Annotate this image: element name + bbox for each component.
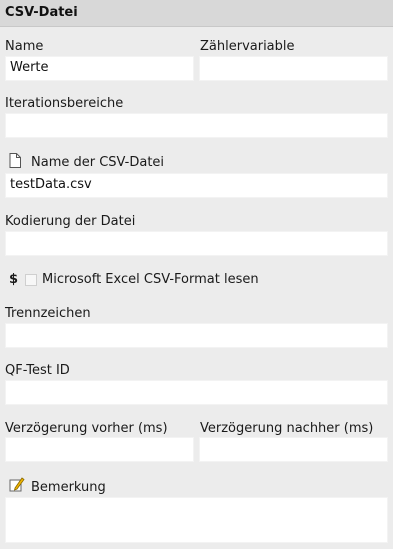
iterations-label: Iterationsbereiche (5, 96, 124, 111)
name-label: Name (5, 39, 44, 54)
file-icon (9, 153, 21, 172)
delay-after-input[interactable] (199, 437, 388, 462)
csv-filename-label: Name der CSV-Datei (31, 155, 165, 170)
panel-header: CSV-Datei (0, 0, 393, 27)
comment-label: Bemerkung (31, 480, 106, 495)
counter-variable-input[interactable] (199, 56, 388, 81)
counter-variable-label: Zählervariable (200, 39, 295, 54)
encoding-input[interactable] (5, 231, 388, 256)
variable-marker-icon: $ (9, 272, 19, 287)
name-input[interactable]: Werte (5, 56, 194, 81)
iterations-input[interactable] (5, 113, 388, 138)
separator-input[interactable] (5, 323, 388, 348)
panel-title: CSV-Datei (5, 5, 78, 20)
excel-csv-label: Microsoft Excel CSV-Format lesen (42, 272, 259, 287)
delay-before-label: Verzögerung vorher (ms) (5, 421, 168, 436)
separator-label: Trennzeichen (5, 306, 91, 321)
excel-csv-checkbox[interactable] (25, 274, 37, 286)
delay-after-label: Verzögerung nachher (ms) (200, 421, 374, 436)
comment-textarea[interactable] (5, 497, 388, 543)
qftest-id-label: QF-Test ID (5, 363, 70, 378)
csv-filename-input[interactable]: testData.csv (5, 173, 388, 198)
encoding-label: Kodierung der Datei (5, 214, 136, 229)
pencil-note-icon (9, 476, 25, 496)
delay-before-input[interactable] (5, 437, 194, 462)
qftest-id-input[interactable] (5, 380, 388, 405)
